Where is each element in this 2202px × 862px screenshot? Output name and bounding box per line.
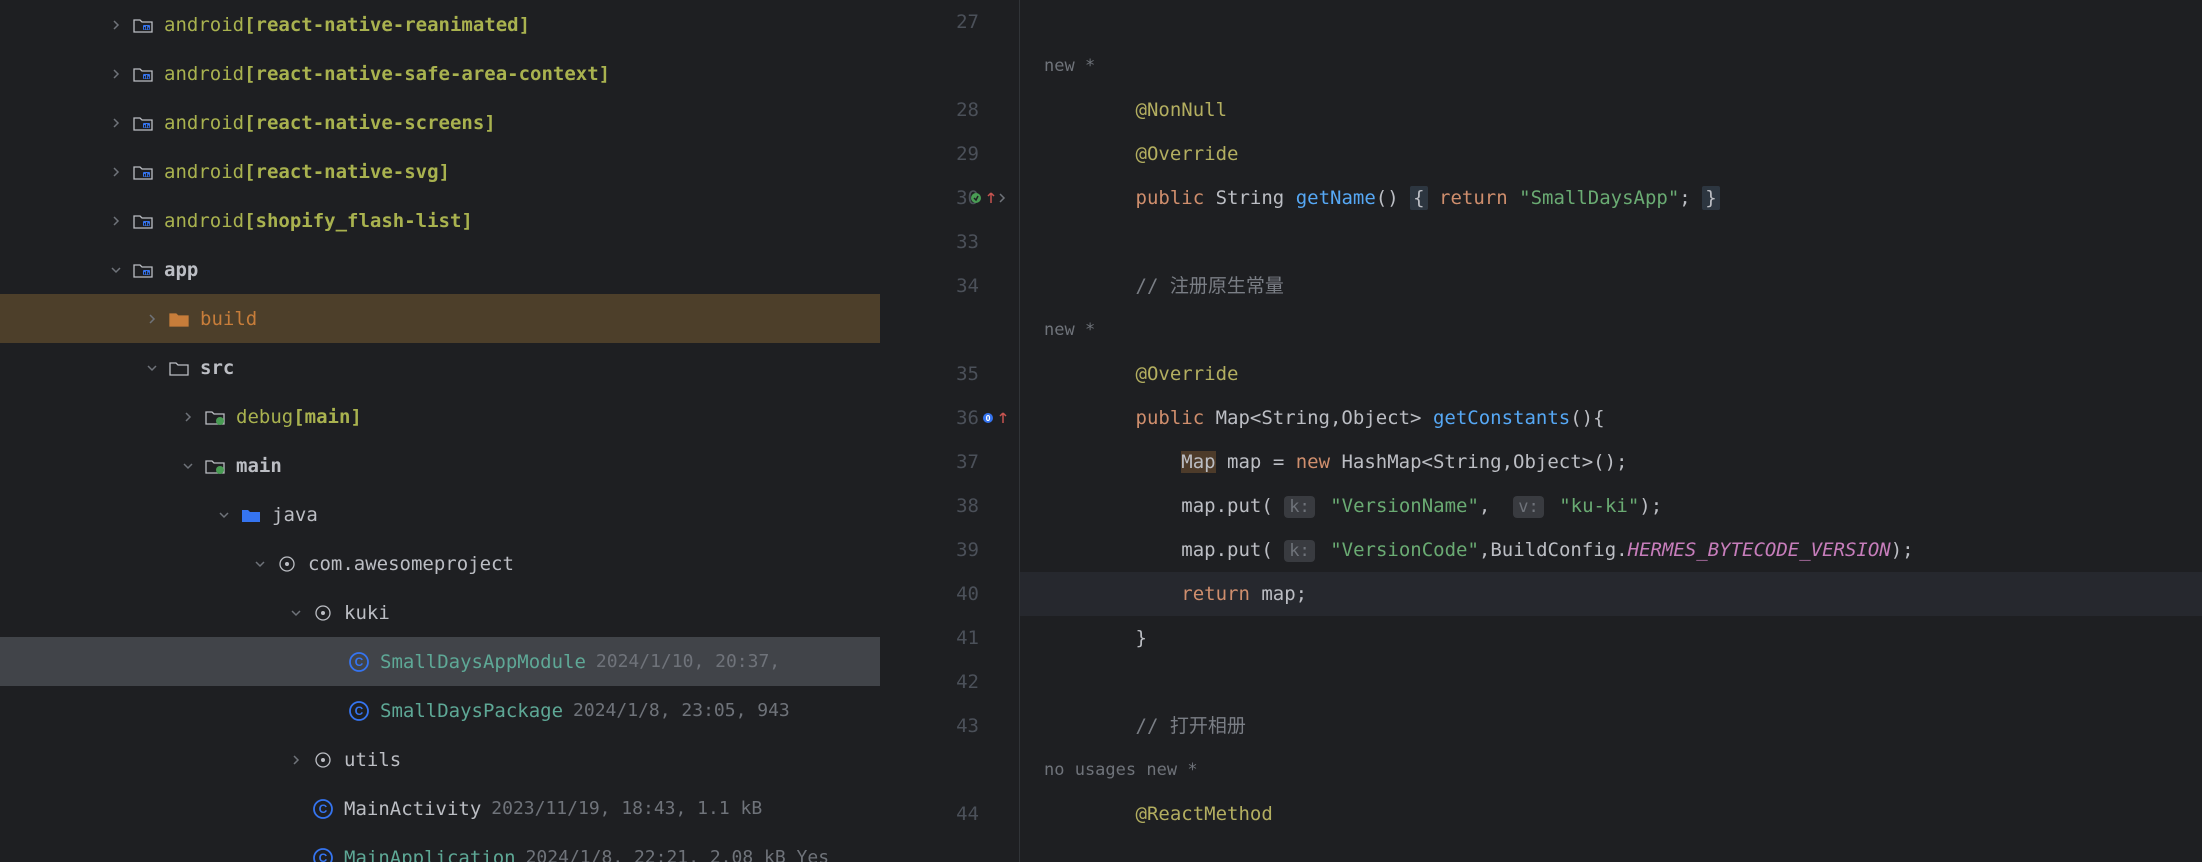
tree-item-tag: [react-native-screens] xyxy=(244,112,496,134)
svg-text:C: C xyxy=(355,655,364,669)
folder-icon xyxy=(168,357,190,379)
tree-item-meta: 2023/11/19, 18:43, 1.1 kB xyxy=(491,798,762,819)
tree-item-label: android xyxy=(164,161,244,183)
class-icon: C xyxy=(312,847,334,862)
chevron-none-icon xyxy=(324,654,340,670)
tree-item-meta: 2024/1/8, 23:05, 943 xyxy=(573,700,790,721)
tree-item-mainactivity[interactable]: C MainActivity 2023/11/19, 18:43, 1.1 kB xyxy=(0,784,880,833)
svg-text:C: C xyxy=(355,704,364,718)
chevron-down-icon[interactable] xyxy=(252,556,268,572)
tree-item-build[interactable]: build xyxy=(0,294,880,343)
package-icon xyxy=(312,749,334,771)
tree-item-label: kuki xyxy=(344,602,390,624)
code-area[interactable]: new * @NonNull @Override public String g… xyxy=(1020,0,2202,862)
tree-item-label: android xyxy=(164,14,244,36)
chevron-right-icon[interactable] xyxy=(108,17,124,33)
module-icon xyxy=(132,112,154,134)
chevron-down-icon[interactable] xyxy=(288,605,304,621)
tree-item-smalldaysappmodule[interactable]: C SmallDaysAppModule 2024/1/10, 20:37, xyxy=(0,637,880,686)
chevron-down-icon[interactable] xyxy=(180,458,196,474)
tree-item-utils[interactable]: utils xyxy=(0,735,880,784)
class-icon: C xyxy=(348,651,370,673)
module-icon xyxy=(132,14,154,36)
chevron-right-icon[interactable] xyxy=(108,213,124,229)
svg-text:C: C xyxy=(319,851,328,862)
class-icon: C xyxy=(348,700,370,722)
chevron-none-icon xyxy=(288,850,304,862)
tree-item-meta: 2024/1/8, 22:21, 2.08 kB Yes xyxy=(526,847,829,862)
svg-text:O: O xyxy=(986,414,991,423)
package-icon xyxy=(276,553,298,575)
tree-item-tag: [main] xyxy=(293,406,362,428)
folder-blue-icon xyxy=(240,504,262,526)
class-icon: C xyxy=(312,798,334,820)
tree-item-android[interactable]: android [react-native-reanimated] xyxy=(0,0,880,49)
chevron-right-icon[interactable] xyxy=(108,66,124,82)
tree-item-smalldayspackage[interactable]: C SmallDaysPackage 2024/1/8, 23:05, 943 xyxy=(0,686,880,735)
gutter-marker-icon[interactable] xyxy=(971,191,1007,205)
tree-item-java[interactable]: java xyxy=(0,490,880,539)
tree-item-label: SmallDaysPackage xyxy=(380,700,563,722)
tree-item-tag: [shopify_flash-list] xyxy=(244,210,473,232)
tree-item-meta: 2024/1/10, 20:37, xyxy=(596,651,780,672)
chevron-none-icon xyxy=(288,801,304,817)
chevron-none-icon xyxy=(324,703,340,719)
module-icon xyxy=(132,161,154,183)
tree-item-label: java xyxy=(272,504,318,526)
folder-src-icon xyxy=(204,406,226,428)
tree-item-label: utils xyxy=(344,749,401,771)
tree-item-label: MainActivity xyxy=(344,798,481,820)
tree-item-android[interactable]: android [react-native-screens] xyxy=(0,98,880,147)
folder-excl-icon xyxy=(168,308,190,330)
tree-item-kuki[interactable]: kuki xyxy=(0,588,880,637)
editor-gutter: 27 28 29 30 33 34 35 36 O 37 38 39 40 41… xyxy=(880,0,1020,862)
tree-item-label: src xyxy=(200,357,234,379)
project-tree-sidebar: android [react-native-reanimated]android… xyxy=(0,0,880,862)
tree-item-main[interactable]: main xyxy=(0,441,880,490)
chevron-right-icon[interactable] xyxy=(288,752,304,768)
tree-item-src[interactable]: src xyxy=(0,343,880,392)
chevron-right-icon[interactable] xyxy=(180,409,196,425)
tree-item-label: build xyxy=(200,308,257,330)
chevron-right-icon[interactable] xyxy=(108,115,124,131)
tree-item-android[interactable]: android [react-native-safe-area-context] xyxy=(0,49,880,98)
tree-item-app[interactable]: app xyxy=(0,245,880,294)
tree-item-label: app xyxy=(164,259,198,281)
inlay-hint: no usages new * xyxy=(1020,748,2202,792)
tree-item-android[interactable]: android [react-native-svg] xyxy=(0,147,880,196)
tree-item-tag: [react-native-svg] xyxy=(244,161,450,183)
module-icon xyxy=(132,63,154,85)
tree-item-android[interactable]: android [shopify_flash-list] xyxy=(0,196,880,245)
tree-item-label: com.awesomeproject xyxy=(308,553,514,575)
inlay-hint: new * xyxy=(1020,308,2202,352)
tree-item-tag: [react-native-safe-area-context] xyxy=(244,63,610,85)
tree-item-com-awesomeproject[interactable]: com.awesomeproject xyxy=(0,539,880,588)
tree-item-label: main xyxy=(236,455,282,477)
gutter-override-icon[interactable]: O xyxy=(983,411,1007,425)
tree-item-label: android xyxy=(164,63,244,85)
package-icon xyxy=(312,602,334,624)
folder-src-icon xyxy=(204,455,226,477)
code-editor[interactable]: 27 28 29 30 33 34 35 36 O 37 38 39 40 41… xyxy=(880,0,2202,862)
chevron-down-icon[interactable] xyxy=(108,262,124,278)
tree-item-debug[interactable]: debug [main] xyxy=(0,392,880,441)
tree-item-mainapplication[interactable]: C MainApplication 2024/1/8, 22:21, 2.08 kB… xyxy=(0,833,880,862)
chevron-right-icon[interactable] xyxy=(144,311,160,327)
module-icon xyxy=(132,210,154,232)
tree-item-tag: [react-native-reanimated] xyxy=(244,14,530,36)
tree-item-label: android xyxy=(164,210,244,232)
inlay-hint: new * xyxy=(1020,44,2202,88)
tree-item-label: android xyxy=(164,112,244,134)
chevron-down-icon[interactable] xyxy=(144,360,160,376)
chevron-down-icon[interactable] xyxy=(216,507,232,523)
tree-item-label: MainApplication xyxy=(344,847,516,862)
tree-item-label: debug xyxy=(236,406,293,428)
svg-text:C: C xyxy=(319,802,328,816)
chevron-right-icon[interactable] xyxy=(108,164,124,180)
module-icon xyxy=(132,259,154,281)
tree-item-label: SmallDaysAppModule xyxy=(380,651,586,673)
